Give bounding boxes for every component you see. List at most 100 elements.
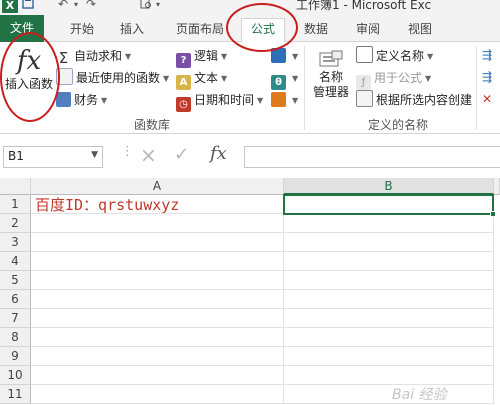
row-header-8[interactable]: 8 [0, 328, 31, 347]
name-box[interactable]: B1 ▼ [3, 146, 103, 168]
cell-a9[interactable] [31, 347, 284, 366]
cell-a8[interactable] [31, 328, 284, 347]
cell-a1[interactable]: 百度ID：qrstuwxyz [31, 195, 284, 214]
cell-a2[interactable] [31, 214, 284, 233]
chevron-down-icon: ▼ [292, 52, 299, 61]
create-from-selection-button[interactable]: 根据所选内容创建 [356, 90, 472, 110]
cell-b7[interactable] [284, 309, 494, 328]
fill-handle[interactable] [490, 211, 496, 217]
cell-b10[interactable] [284, 366, 494, 385]
trace-precedents-icon[interactable]: ⇶ [482, 48, 492, 62]
column-header-b[interactable]: B [284, 178, 494, 195]
tab-review[interactable]: 审阅 [356, 19, 380, 40]
name-box-value: B1 [8, 149, 24, 163]
print-preview-icon[interactable] [140, 0, 152, 12]
row-header-10[interactable]: 10 [0, 366, 31, 385]
insert-function-label: 插入函数 [4, 77, 53, 91]
math-trig-button[interactable]: θ ▼ [271, 68, 298, 90]
tab-view[interactable]: 视图 [408, 19, 432, 40]
cell-a7[interactable] [31, 309, 284, 328]
cell-b11[interactable] [284, 385, 494, 404]
cell-b6[interactable] [284, 290, 494, 309]
define-name-label: 定义名称 [376, 49, 425, 63]
chevron-down-icon[interactable]: ▼ [91, 150, 98, 160]
cell-b4[interactable] [284, 252, 494, 271]
chevron-down-icon: ▼ [221, 74, 228, 83]
customize-qat-icon[interactable]: ▾ [156, 0, 160, 9]
trace-dependents-icon[interactable]: ⇶ [482, 70, 492, 84]
text-button[interactable]: A 文本 ▼ [176, 68, 228, 90]
cell-b3[interactable] [284, 233, 494, 252]
date-time-button[interactable]: ◷ 日期和时间 ▼ [176, 90, 263, 112]
cell-a6[interactable] [31, 290, 284, 309]
column-header-a[interactable]: A [31, 178, 284, 195]
row-header-3[interactable]: 3 [0, 233, 31, 252]
undo-icon[interactable]: ↶ [58, 0, 68, 11]
row-header-1[interactable]: 1 [0, 195, 31, 214]
select-all-corner[interactable] [0, 178, 31, 195]
undo-dropdown-icon[interactable]: ▾ [74, 0, 78, 9]
cell-a5[interactable] [31, 271, 284, 290]
tab-insert[interactable]: 插入 [120, 19, 144, 40]
row-header-6[interactable]: 6 [0, 290, 31, 309]
redo-icon[interactable]: ↷ [86, 0, 96, 11]
recent-functions-icon [56, 68, 73, 85]
formula-bar: B1 ▼ ⋮ × ✓ fx [0, 134, 500, 174]
text-icon: A [176, 75, 191, 90]
selected-cell-outline [283, 194, 496, 217]
define-name-button[interactable]: 定义名称 ▼ [356, 46, 433, 66]
autosum-label: 自动求和 [74, 49, 123, 63]
cell-a10[interactable] [31, 366, 284, 385]
defined-names-group-label: 定义的名称 [368, 118, 429, 132]
formula-bar-grip-icon[interactable]: ⋮ [121, 144, 134, 159]
chevron-down-icon: ▼ [125, 52, 132, 61]
formula-input[interactable] [244, 146, 500, 168]
financial-label: 财务 [74, 93, 99, 107]
cell-a4[interactable] [31, 252, 284, 271]
cell-a1-text: 百度ID：qrstuwxyz [35, 196, 180, 214]
recently-used-button[interactable]: 最近使用的函数 ▼ [56, 68, 169, 88]
use-in-formula-icon: ƒ [356, 75, 371, 90]
cell-b2[interactable] [284, 214, 494, 233]
cell-a3[interactable] [31, 233, 284, 252]
remove-arrows-icon[interactable]: ✕ [482, 92, 492, 106]
tab-data[interactable]: 数据 [304, 19, 328, 40]
row-header-7[interactable]: 7 [0, 309, 31, 328]
tab-home[interactable]: 开始 [70, 19, 94, 40]
more-functions-button[interactable]: ▼ [271, 90, 298, 110]
cancel-icon[interactable]: × [140, 143, 157, 167]
title-bar: X ↶ ▾ ↷ ▾ 工作簿1 - Microsoft Exc [0, 0, 500, 15]
name-manager-button[interactable]: 名称 管理器 [309, 50, 353, 110]
window-title: 工作簿1 - Microsoft Exc [296, 0, 432, 12]
chevron-down-icon: ▼ [425, 74, 432, 83]
cell-b5[interactable] [284, 271, 494, 290]
clock-icon: ◷ [176, 97, 191, 112]
enter-icon[interactable]: ✓ [174, 144, 189, 165]
insert-function-fx-icon[interactable]: fx [210, 143, 227, 164]
row-header-5[interactable]: 5 [0, 271, 31, 290]
cell-b9[interactable] [284, 347, 494, 366]
insert-function-button[interactable]: fx 插入函数 [4, 46, 54, 104]
lookup-icon [271, 48, 286, 63]
row-header-2[interactable]: 2 [0, 214, 31, 233]
group-divider [304, 46, 305, 130]
row-header-11[interactable]: 11 [0, 385, 31, 404]
cell-a11[interactable] [31, 385, 284, 404]
row-header-4[interactable]: 4 [0, 252, 31, 271]
chevron-down-icon: ▼ [427, 52, 434, 61]
use-in-formula-button[interactable]: ƒ 用于公式 ▼ [356, 68, 432, 90]
autosum-button[interactable]: Σ 自动求和 ▼ [56, 46, 131, 66]
logical-button[interactable]: ? 逻辑 ▼ [176, 46, 228, 68]
tab-formulas[interactable]: 公式 [241, 18, 286, 43]
column-header-c[interactable] [494, 178, 500, 195]
financial-button[interactable]: 财务 ▼ [56, 90, 107, 110]
save-icon[interactable] [22, 0, 34, 12]
row-header-9[interactable]: 9 [0, 347, 31, 366]
cell-b8[interactable] [284, 328, 494, 347]
tab-file[interactable]: 文件 [0, 15, 44, 42]
lookup-reference-button[interactable]: ▼ [271, 46, 298, 66]
tab-page-layout[interactable]: 页面布局 [176, 19, 224, 40]
sigma-icon: Σ [58, 49, 69, 67]
chevron-down-icon: ▼ [221, 52, 228, 61]
use-in-formula-label: 用于公式 [374, 71, 423, 85]
